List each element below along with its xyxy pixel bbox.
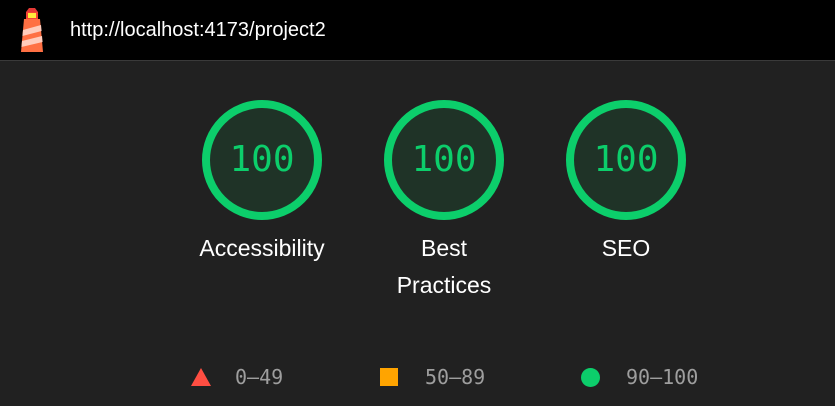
gauge-label: SEO <box>601 235 651 261</box>
circle-icon <box>581 367 600 387</box>
gauge-seo[interactable]: 100 SEO <box>546 98 706 267</box>
triangle-icon <box>191 368 211 386</box>
legend-range: 50–89 <box>425 365 486 389</box>
gauge-accessibility[interactable]: 100 Accessibility <box>182 98 342 267</box>
gauge-label: Best Practices <box>396 235 492 298</box>
gauge-label: Accessibility <box>199 235 325 261</box>
gauge-score: 100 <box>229 139 295 180</box>
legend-range: 0–49 <box>235 365 284 389</box>
legend-fail: 0–49 <box>191 366 283 388</box>
legend-average: 50–89 <box>380 366 485 388</box>
gauge-best-practices[interactable]: 100 Best Practices <box>364 98 524 304</box>
legend-range: 90–100 <box>626 365 699 389</box>
gauge-score: 100 <box>411 139 477 180</box>
square-icon <box>380 368 398 386</box>
legend-pass: 90–100 <box>581 366 698 388</box>
score-gauges: 100 Accessibility 100 Best Practices 100… <box>0 0 835 406</box>
gauge-score: 100 <box>593 139 659 180</box>
